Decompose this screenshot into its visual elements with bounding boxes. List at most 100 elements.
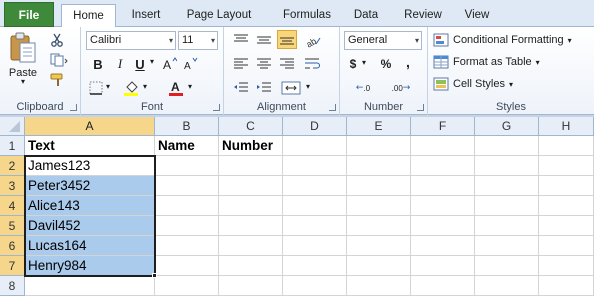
row-header-6[interactable]: 6 bbox=[0, 236, 25, 256]
cell-c7[interactable] bbox=[219, 256, 283, 276]
cell-g8[interactable] bbox=[475, 276, 539, 296]
cell-d3[interactable] bbox=[283, 176, 347, 196]
cell-h7[interactable] bbox=[539, 256, 594, 276]
merge-center-icon[interactable] bbox=[281, 80, 303, 96]
column-header-f[interactable]: F bbox=[411, 117, 475, 136]
increase-decimal-button[interactable]: ← .0 bbox=[348, 80, 378, 96]
wrap-text-icon[interactable] bbox=[304, 57, 322, 71]
cell-e5[interactable] bbox=[347, 216, 411, 236]
cell-c2[interactable] bbox=[219, 156, 283, 176]
cell-c8[interactable] bbox=[219, 276, 283, 296]
cell-h5[interactable] bbox=[539, 216, 594, 236]
chevron-down-icon[interactable]: ▾ bbox=[188, 82, 192, 91]
align-top-icon[interactable] bbox=[233, 33, 249, 47]
cell-b8[interactable] bbox=[155, 276, 219, 296]
cell-a2[interactable]: James123 bbox=[25, 156, 155, 176]
cell-h8[interactable] bbox=[539, 276, 594, 296]
bold-button[interactable]: B bbox=[90, 55, 106, 73]
select-all-corner[interactable] bbox=[0, 117, 25, 136]
tab-view[interactable]: View bbox=[456, 4, 498, 27]
cell-e8[interactable] bbox=[347, 276, 411, 296]
cell-g3[interactable] bbox=[475, 176, 539, 196]
cell-h2[interactable] bbox=[539, 156, 594, 176]
row-header-1[interactable]: 1 bbox=[0, 136, 25, 156]
clipboard-launcher-icon[interactable] bbox=[70, 104, 77, 111]
paste-button[interactable]: Paste ▾ bbox=[4, 31, 42, 93]
align-middle-icon[interactable] bbox=[256, 33, 272, 47]
cell-b4[interactable] bbox=[155, 196, 219, 216]
cell-b7[interactable] bbox=[155, 256, 219, 276]
comma-style-button[interactable]: , bbox=[402, 53, 414, 71]
font-size-select[interactable]: 11 ▾ bbox=[178, 31, 218, 50]
column-header-a[interactable]: A bbox=[25, 117, 155, 136]
chevron-down-icon[interactable]: ▾ bbox=[306, 82, 310, 91]
cell-d4[interactable] bbox=[283, 196, 347, 216]
font-launcher-icon[interactable] bbox=[213, 104, 220, 111]
worksheet-grid[interactable]: A B C D E F G H 1 2 3 4 5 6 7 8 Text Nam… bbox=[0, 117, 594, 299]
cell-e6[interactable] bbox=[347, 236, 411, 256]
currency-button[interactable]: $ bbox=[346, 55, 360, 73]
cell-a1[interactable]: Text bbox=[25, 136, 155, 156]
column-header-h[interactable]: H bbox=[539, 117, 594, 136]
increase-indent-icon[interactable] bbox=[256, 81, 272, 95]
row-header-5[interactable]: 5 bbox=[0, 216, 25, 236]
cell-d7[interactable] bbox=[283, 256, 347, 276]
cell-f8[interactable] bbox=[411, 276, 475, 296]
copy-icon[interactable] bbox=[50, 53, 68, 67]
tab-home[interactable]: Home bbox=[61, 4, 116, 28]
number-launcher-icon[interactable] bbox=[417, 104, 424, 111]
font-name-select[interactable]: Calibri ▾ bbox=[86, 31, 176, 50]
column-header-e[interactable]: E bbox=[347, 117, 411, 136]
fill-handle[interactable] bbox=[152, 273, 157, 278]
borders-icon[interactable] bbox=[89, 81, 103, 95]
cell-a5[interactable]: Davil452 bbox=[25, 216, 155, 236]
decrease-indent-icon[interactable] bbox=[233, 81, 249, 95]
conditional-formatting-button[interactable]: Conditional Formatting ▾ bbox=[433, 31, 591, 49]
cell-d2[interactable] bbox=[283, 156, 347, 176]
cell-g5[interactable] bbox=[475, 216, 539, 236]
shrink-font-icon[interactable]: A bbox=[184, 57, 198, 71]
cell-b2[interactable] bbox=[155, 156, 219, 176]
column-header-c[interactable]: C bbox=[219, 117, 283, 136]
cell-c1[interactable]: Number bbox=[219, 136, 283, 156]
cell-a3[interactable]: Peter3452 bbox=[25, 176, 155, 196]
tab-file[interactable]: File bbox=[4, 2, 54, 27]
cell-f2[interactable] bbox=[411, 156, 475, 176]
cell-e7[interactable] bbox=[347, 256, 411, 276]
cell-a8[interactable] bbox=[25, 276, 155, 296]
cell-d6[interactable] bbox=[283, 236, 347, 256]
cell-a4[interactable]: Alice143 bbox=[25, 196, 155, 216]
cell-h3[interactable] bbox=[539, 176, 594, 196]
align-right-icon[interactable] bbox=[279, 57, 295, 71]
cell-a6[interactable]: Lucas164 bbox=[25, 236, 155, 256]
cell-e1[interactable] bbox=[347, 136, 411, 156]
column-header-b[interactable]: B bbox=[155, 117, 219, 136]
alignment-launcher-icon[interactable] bbox=[329, 104, 336, 111]
chevron-down-icon[interactable]: ▾ bbox=[106, 82, 110, 91]
underline-button[interactable]: U bbox=[132, 55, 148, 73]
percent-button[interactable]: % bbox=[378, 55, 394, 73]
cell-g6[interactable] bbox=[475, 236, 539, 256]
cell-g7[interactable] bbox=[475, 256, 539, 276]
align-bottom-button[interactable] bbox=[277, 30, 297, 49]
cell-g1[interactable] bbox=[475, 136, 539, 156]
tab-review[interactable]: Review bbox=[396, 4, 450, 27]
cell-c5[interactable] bbox=[219, 216, 283, 236]
format-as-table-button[interactable]: Format as Table ▾ bbox=[433, 53, 591, 71]
cell-d1[interactable] bbox=[283, 136, 347, 156]
cut-icon[interactable] bbox=[50, 33, 64, 47]
row-header-8[interactable]: 8 bbox=[0, 276, 25, 296]
cell-b6[interactable] bbox=[155, 236, 219, 256]
cell-f5[interactable] bbox=[411, 216, 475, 236]
cell-a7[interactable]: Henry984 bbox=[25, 256, 155, 276]
cell-g2[interactable] bbox=[475, 156, 539, 176]
cell-c6[interactable] bbox=[219, 236, 283, 256]
tab-insert[interactable]: Insert bbox=[122, 4, 170, 27]
cell-e3[interactable] bbox=[347, 176, 411, 196]
cell-styles-button[interactable]: Cell Styles ▾ bbox=[433, 75, 591, 93]
cell-b5[interactable] bbox=[155, 216, 219, 236]
cell-f7[interactable] bbox=[411, 256, 475, 276]
chevron-down-icon[interactable]: ▾ bbox=[150, 57, 154, 66]
row-header-3[interactable]: 3 bbox=[0, 176, 25, 196]
grow-font-icon[interactable]: A bbox=[163, 57, 177, 71]
